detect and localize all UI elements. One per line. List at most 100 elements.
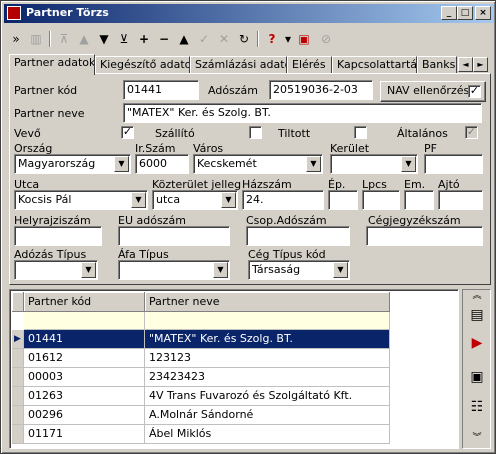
post-icon[interactable]: ✓ bbox=[195, 30, 213, 48]
cell-partner-neve[interactable]: "MATEX" Ker. és Szolg. BT. bbox=[145, 330, 390, 349]
tab-scroll-right[interactable]: ► bbox=[473, 57, 488, 72]
filter-partner-kod[interactable] bbox=[24, 312, 145, 330]
row-indicator bbox=[12, 406, 24, 425]
pf-field[interactable] bbox=[424, 154, 483, 174]
cell-partner-kod[interactable]: 01263 bbox=[24, 387, 145, 406]
close-button[interactable]: × bbox=[475, 6, 491, 20]
em-field[interactable] bbox=[404, 190, 434, 210]
cell-partner-kod[interactable]: 01441 bbox=[24, 330, 145, 349]
first-record-icon[interactable]: ⊼ bbox=[55, 30, 73, 48]
filter-partner-neve[interactable] bbox=[145, 312, 390, 330]
cell-partner-neve[interactable]: 23423423 bbox=[145, 368, 390, 387]
csop-adoszam-field[interactable] bbox=[246, 226, 350, 246]
altalanos-label: Általános bbox=[397, 127, 448, 140]
table-row[interactable]: ▶ 01441 "MATEX" Ker. és Szolg. BT. bbox=[12, 330, 390, 349]
tab-scroll-left[interactable]: ◄ bbox=[458, 57, 473, 72]
next-record-icon[interactable]: ▼ bbox=[95, 30, 113, 48]
chevron-up-icon[interactable]: ︽ bbox=[465, 290, 489, 302]
partner-kod-field[interactable]: 01441 bbox=[123, 80, 199, 100]
partner-neve-field[interactable]: "MATEX" Ker. és Szolg. BT. bbox=[123, 103, 482, 123]
varos-value: Kecskemét bbox=[197, 157, 257, 170]
kerulet-combo[interactable]: ▼ bbox=[330, 154, 418, 174]
app-icon bbox=[7, 6, 21, 20]
minimize-button[interactable]: _ bbox=[441, 6, 457, 20]
hazszam-field[interactable]: 24. bbox=[242, 190, 324, 210]
cegjegyzek-field[interactable] bbox=[366, 226, 483, 246]
chevron-down-icon[interactable]: ▼ bbox=[131, 192, 146, 208]
utca-combo[interactable]: Kocsis Pál ▼ bbox=[14, 190, 148, 210]
export-icon[interactable]: ▣ bbox=[295, 30, 313, 48]
table-row[interactable]: 00296 A.Molnár Sándorné bbox=[12, 406, 390, 425]
adoszam-field[interactable]: 20519036-2-03 bbox=[269, 80, 373, 100]
ajto-field[interactable] bbox=[438, 190, 483, 210]
side-toolbar: ︽ ▤ ▶ ▣ ☷ ︾ bbox=[462, 289, 491, 449]
last-record-icon[interactable]: ⊻ bbox=[115, 30, 133, 48]
add-icon[interactable]: + bbox=[135, 30, 153, 48]
cell-partner-kod[interactable]: 01612 bbox=[24, 349, 145, 368]
ceg-tipus-combo[interactable]: Társaság ▼ bbox=[248, 260, 350, 280]
grid-icon[interactable]: ▥ bbox=[27, 30, 45, 48]
refresh-icon[interactable]: ↻ bbox=[235, 30, 253, 48]
attach-icon[interactable]: ⊘ bbox=[317, 30, 335, 48]
cell-partner-kod[interactable]: 00296 bbox=[24, 406, 145, 425]
cell-partner-neve[interactable]: Ábel Miklós bbox=[145, 425, 390, 444]
nav-check[interactable]: ✓ bbox=[468, 85, 481, 98]
cell-partner-neve[interactable]: 4V Trans Fuvarozó és Szolgáltató Kft. bbox=[145, 387, 390, 406]
chevron-down-icon[interactable]: ▼ bbox=[306, 156, 321, 172]
tab-banks[interactable]: Banks bbox=[417, 56, 457, 74]
table-row[interactable]: 01263 4V Trans Fuvarozó és Szolgáltató K… bbox=[12, 387, 390, 406]
ep-field[interactable] bbox=[328, 190, 358, 210]
cell-partner-kod[interactable]: 01171 bbox=[24, 425, 145, 444]
orszag-combo[interactable]: Magyarország ▼ bbox=[14, 154, 131, 174]
lpcs-field[interactable] bbox=[362, 190, 400, 210]
partner-kod-label: Partner kód bbox=[14, 84, 78, 97]
cell-partner-neve[interactable]: 123123 bbox=[145, 349, 390, 368]
print-icon[interactable]: ▤ bbox=[465, 304, 489, 328]
altalanos-checkbox[interactable]: ✓ bbox=[465, 126, 478, 139]
tab-eleres[interactable]: Elérés bbox=[287, 56, 332, 74]
column-header-partner-neve[interactable]: Partner neve bbox=[145, 292, 390, 312]
tab-strip: Partner adatok Kiegészítő adatok Számláz… bbox=[9, 54, 489, 75]
adoszam-label: Adószám bbox=[208, 84, 259, 97]
table-row[interactable]: 01612 123123 bbox=[12, 349, 390, 368]
tiltott-checkbox[interactable] bbox=[354, 126, 367, 139]
kozterulet-combo[interactable]: utca ▼ bbox=[152, 190, 238, 210]
varos-combo[interactable]: Kecskemét ▼ bbox=[193, 154, 323, 174]
cell-partner-neve[interactable]: A.Molnár Sándorné bbox=[145, 406, 390, 425]
adozas-tipus-combo[interactable]: ▼ bbox=[14, 260, 98, 280]
form-icon[interactable]: ☷ bbox=[465, 396, 489, 420]
table-row[interactable]: 01171 Ábel Miklós bbox=[12, 425, 390, 444]
chevron-down-icon[interactable]: » bbox=[7, 30, 25, 48]
kozterulet-value: utca bbox=[156, 193, 181, 206]
chevron-down-icon[interactable]: ▼ bbox=[401, 156, 416, 172]
column-header-partner-kod[interactable]: Partner kód bbox=[24, 292, 145, 312]
cancel-icon[interactable]: ✕ bbox=[215, 30, 233, 48]
edit-icon[interactable]: ▲ bbox=[175, 30, 193, 48]
delete-icon[interactable]: − bbox=[155, 30, 173, 48]
chevron-down-icon[interactable]: ︾ bbox=[465, 432, 489, 444]
tab-partner-adatok[interactable]: Partner adatok bbox=[9, 54, 95, 75]
eu-adoszam-field[interactable] bbox=[118, 226, 230, 246]
tab-szamlazasi-adatok[interactable]: Számlázási adatok bbox=[190, 56, 287, 74]
export-icon[interactable]: ▶ bbox=[465, 332, 489, 356]
irszam-field[interactable]: 6000 bbox=[135, 154, 189, 174]
vevo-checkbox[interactable]: ✓ bbox=[121, 126, 134, 139]
orszag-value: Magyarország bbox=[18, 157, 96, 170]
chevron-down-icon[interactable]: ▼ bbox=[213, 262, 228, 278]
grid-header: Partner kód Partner neve bbox=[12, 292, 390, 312]
prior-record-icon[interactable]: ▲ bbox=[75, 30, 93, 48]
partner-window: Partner Törzs _ □ × » ▥ ⊼ ▲ ▼ ⊻ + − ▲ ✓ … bbox=[0, 0, 496, 454]
chevron-down-icon[interactable]: ▼ bbox=[81, 262, 96, 278]
window-icon[interactable]: ▣ bbox=[465, 366, 489, 390]
afa-tipus-combo[interactable]: ▼ bbox=[118, 260, 230, 280]
tab-kiegeszito-adatok[interactable]: Kiegészítő adatok bbox=[95, 56, 190, 74]
szallito-checkbox[interactable] bbox=[249, 126, 262, 139]
chevron-down-icon[interactable]: ▼ bbox=[114, 156, 129, 172]
chevron-down-icon[interactable]: ▼ bbox=[221, 192, 236, 208]
table-row[interactable]: 00003 23423423 bbox=[12, 368, 390, 387]
chevron-down-icon[interactable]: ▼ bbox=[333, 262, 348, 278]
helyrajzi-field[interactable] bbox=[14, 226, 102, 246]
maximize-button[interactable]: □ bbox=[457, 6, 473, 20]
cell-partner-kod[interactable]: 00003 bbox=[24, 368, 145, 387]
tab-kapcsolattartas[interactable]: Kapcsolattartás bbox=[332, 56, 417, 74]
